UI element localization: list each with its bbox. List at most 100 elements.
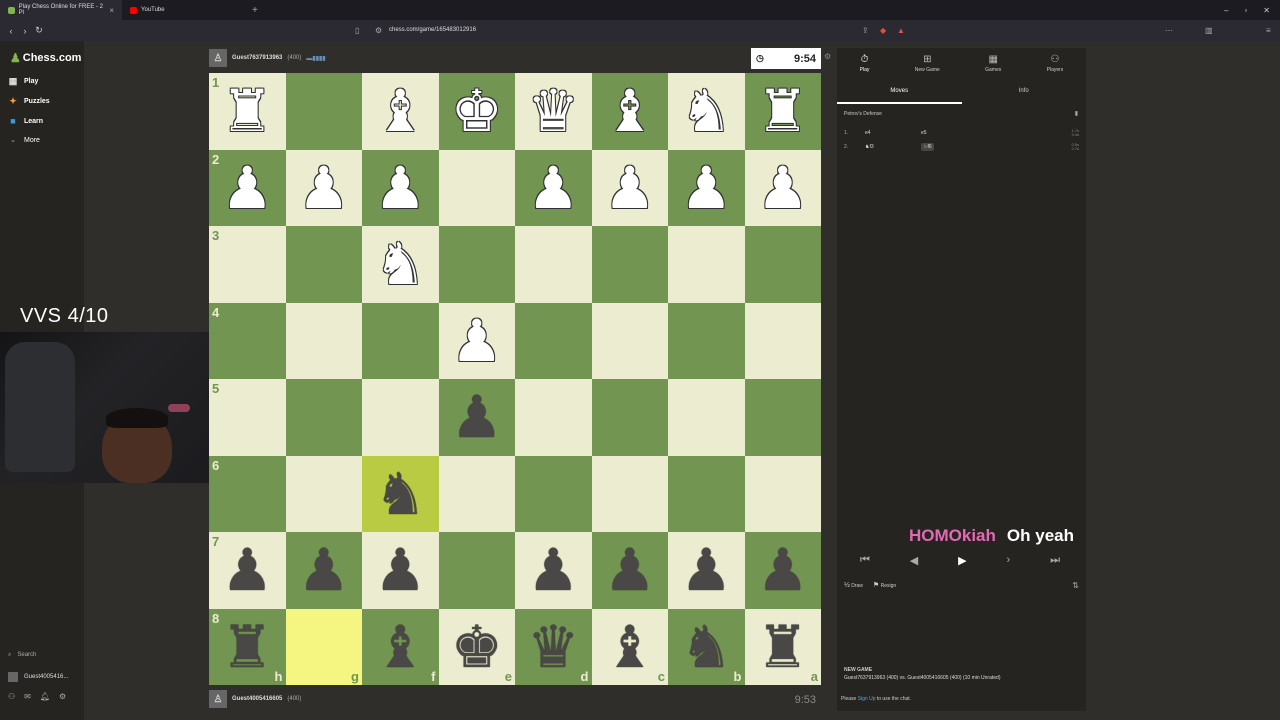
board-square[interactable]	[285, 302, 362, 379]
white-pawn-piece[interactable]: ♟	[680, 159, 732, 217]
black-move[interactable]: e5	[921, 130, 961, 136]
resign-button[interactable]: ⚑ Resign	[873, 581, 896, 589]
player-name[interactable]: Guest4005416605	[232, 696, 282, 702]
friends-icon[interactable]: ⚇	[8, 692, 15, 701]
black-bishop-piece[interactable]: ♝	[374, 618, 426, 676]
board-square[interactable]: a ♜	[744, 608, 821, 685]
white-pawn-piece[interactable]: ♟	[221, 159, 273, 217]
close-window-icon[interactable]: ✕	[1263, 6, 1270, 15]
board-square[interactable]	[515, 379, 592, 456]
board-square[interactable]: ♟	[362, 532, 439, 609]
black-pawn-piece[interactable]: ♟	[221, 541, 273, 599]
new-tab-icon[interactable]: +	[244, 5, 266, 16]
white-queen-piece[interactable]: ♛	[527, 82, 579, 140]
board-square[interactable]	[438, 455, 515, 532]
board-square[interactable]: d ♛	[515, 608, 592, 685]
board-settings-icon[interactable]: ⚙	[824, 52, 831, 61]
board-square[interactable]: ♜	[744, 73, 821, 150]
board-square[interactable]: g	[285, 608, 362, 685]
tab-new-game[interactable]: ⊞ New Game	[915, 54, 940, 73]
black-king-piece[interactable]: ♚	[451, 618, 503, 676]
board-square[interactable]: ♞	[362, 226, 439, 303]
extensions-icon[interactable]: ⋯	[1165, 26, 1173, 35]
board-square[interactable]	[285, 73, 362, 150]
board-square[interactable]: 7 ♟	[209, 532, 286, 609]
tab-chess[interactable]: Play Chess Online for FREE - 2 Pl ×	[0, 0, 122, 20]
close-tab-icon[interactable]: ×	[109, 6, 114, 15]
notifications-icon[interactable]: 🔔︎	[40, 692, 50, 701]
sidebar-item-puzzles[interactable]: ✦ Puzzles	[8, 96, 49, 107]
black-pawn-piece[interactable]: ♟	[451, 388, 503, 446]
book-icon[interactable]: ▮	[1075, 110, 1078, 117]
board-square[interactable]	[438, 532, 515, 609]
previous-move-icon[interactable]: ◀	[910, 554, 918, 567]
play-icon[interactable]: ▶	[958, 554, 966, 567]
opening-name[interactable]: Petrov's Defense	[844, 111, 882, 117]
board-square[interactable]: 1 ♜	[209, 73, 286, 150]
board-square[interactable]: ♟	[515, 532, 592, 609]
white-move[interactable]: ♞f3	[865, 144, 921, 150]
black-pawn-piece[interactable]: ♟	[757, 541, 809, 599]
black-bishop-piece[interactable]: ♝	[604, 618, 656, 676]
maximize-icon[interactable]: ▫	[1244, 6, 1247, 15]
board-square[interactable]: ♞	[668, 73, 745, 150]
chess-board[interactable]: 1 ♜ ♝ ♚ ♛ ♝ ♞ ♜ 2 ♟ ♟ ♟ ♟ ♟ ♟ ♟ 3 ♞ 4 ♟ 5 ♟ 6 ♞ 7 ♟ ♟ ♟ ♟ ♟ ♟ ♟ 8 h ♜ g f ♝ e ♚…	[209, 73, 821, 685]
minimize-icon[interactable]: –	[1224, 6, 1228, 15]
next-move-icon[interactable]: ›	[1007, 554, 1011, 566]
shield-icon[interactable]: ◆	[880, 26, 886, 35]
sidebar-item-learn[interactable]: ■ Learn	[8, 116, 43, 126]
board-square[interactable]	[668, 379, 745, 456]
white-pawn-piece[interactable]: ♟	[604, 159, 656, 217]
board-square[interactable]	[591, 302, 668, 379]
board-square[interactable]: ♟	[668, 532, 745, 609]
sidebar-item-more[interactable]: ⌄ More	[8, 136, 40, 145]
board-square[interactable]: ♟	[362, 149, 439, 226]
white-pawn-piece[interactable]: ♟	[527, 159, 579, 217]
tab-info[interactable]: Info	[962, 82, 1087, 104]
board-square[interactable]	[744, 302, 821, 379]
sign-up-link[interactable]: Sign Up	[858, 696, 876, 702]
board-square[interactable]: ♚	[438, 73, 515, 150]
white-knight-piece[interactable]: ♞	[374, 235, 426, 293]
board-square[interactable]	[285, 455, 362, 532]
board-square[interactable]	[744, 226, 821, 303]
black-pawn-piece[interactable]: ♟	[604, 541, 656, 599]
tab-moves[interactable]: Moves	[837, 82, 962, 104]
board-square[interactable]: ♟	[668, 149, 745, 226]
board-square[interactable]	[515, 226, 592, 303]
black-pawn-piece[interactable]: ♟	[527, 541, 579, 599]
bookmark-icon[interactable]: ▯	[355, 26, 359, 35]
sidebar-item-play[interactable]: ▦ Play	[8, 76, 39, 87]
black-rook-piece[interactable]: ♜	[221, 618, 273, 676]
board-square[interactable]: 3	[209, 226, 286, 303]
flip-board-icon[interactable]: ⇅	[1072, 581, 1079, 590]
alert-icon[interactable]: ▲	[897, 26, 905, 35]
board-square[interactable]: 6	[209, 455, 286, 532]
board-square[interactable]	[591, 226, 668, 303]
white-pawn-piece[interactable]: ♟	[374, 159, 426, 217]
board-square[interactable]: ♟	[744, 532, 821, 609]
board-square[interactable]: 8 h ♜	[209, 608, 286, 685]
board-square[interactable]	[744, 379, 821, 456]
white-pawn-piece[interactable]: ♟	[757, 159, 809, 217]
white-move[interactable]: e4	[865, 130, 921, 136]
reload-icon[interactable]: ↻	[32, 25, 46, 36]
board-square[interactable]: ♟	[438, 302, 515, 379]
sidebar-toggle-icon[interactable]: ▥	[1205, 26, 1213, 35]
board-square[interactable]: c ♝	[591, 608, 668, 685]
board-square[interactable]: 2 ♟	[209, 149, 286, 226]
tab-youtube[interactable]: YouTube	[122, 0, 244, 20]
share-icon[interactable]: ⇪	[862, 26, 869, 35]
board-square[interactable]: ♟	[591, 532, 668, 609]
board-square[interactable]: ♟	[285, 149, 362, 226]
board-square[interactable]	[668, 226, 745, 303]
board-square[interactable]: e ♚	[438, 608, 515, 685]
board-square[interactable]	[744, 455, 821, 532]
board-square[interactable]	[362, 379, 439, 456]
board-square[interactable]	[285, 379, 362, 456]
tab-players[interactable]: ⚇ Players	[1047, 54, 1064, 73]
white-rook-piece[interactable]: ♜	[221, 82, 273, 140]
tab-play[interactable]: ⏱ Play	[860, 54, 870, 73]
tab-games[interactable]: ▦ Games	[985, 54, 1001, 73]
black-pawn-piece[interactable]: ♟	[374, 541, 426, 599]
